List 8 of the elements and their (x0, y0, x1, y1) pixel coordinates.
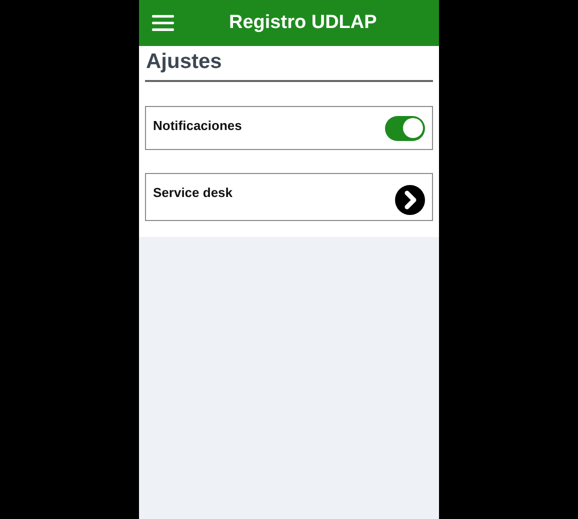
menu-icon[interactable] (152, 15, 174, 31)
chevron-right-icon[interactable] (395, 185, 425, 215)
setting-label: Notificaciones (153, 118, 242, 133)
page-title: Ajustes (145, 50, 433, 82)
setting-label: Service desk (153, 185, 233, 202)
settings-row[interactable]: Service desk (145, 173, 433, 221)
app-title: Registro UDLAP (229, 12, 377, 34)
toggle-switch[interactable] (385, 116, 425, 140)
